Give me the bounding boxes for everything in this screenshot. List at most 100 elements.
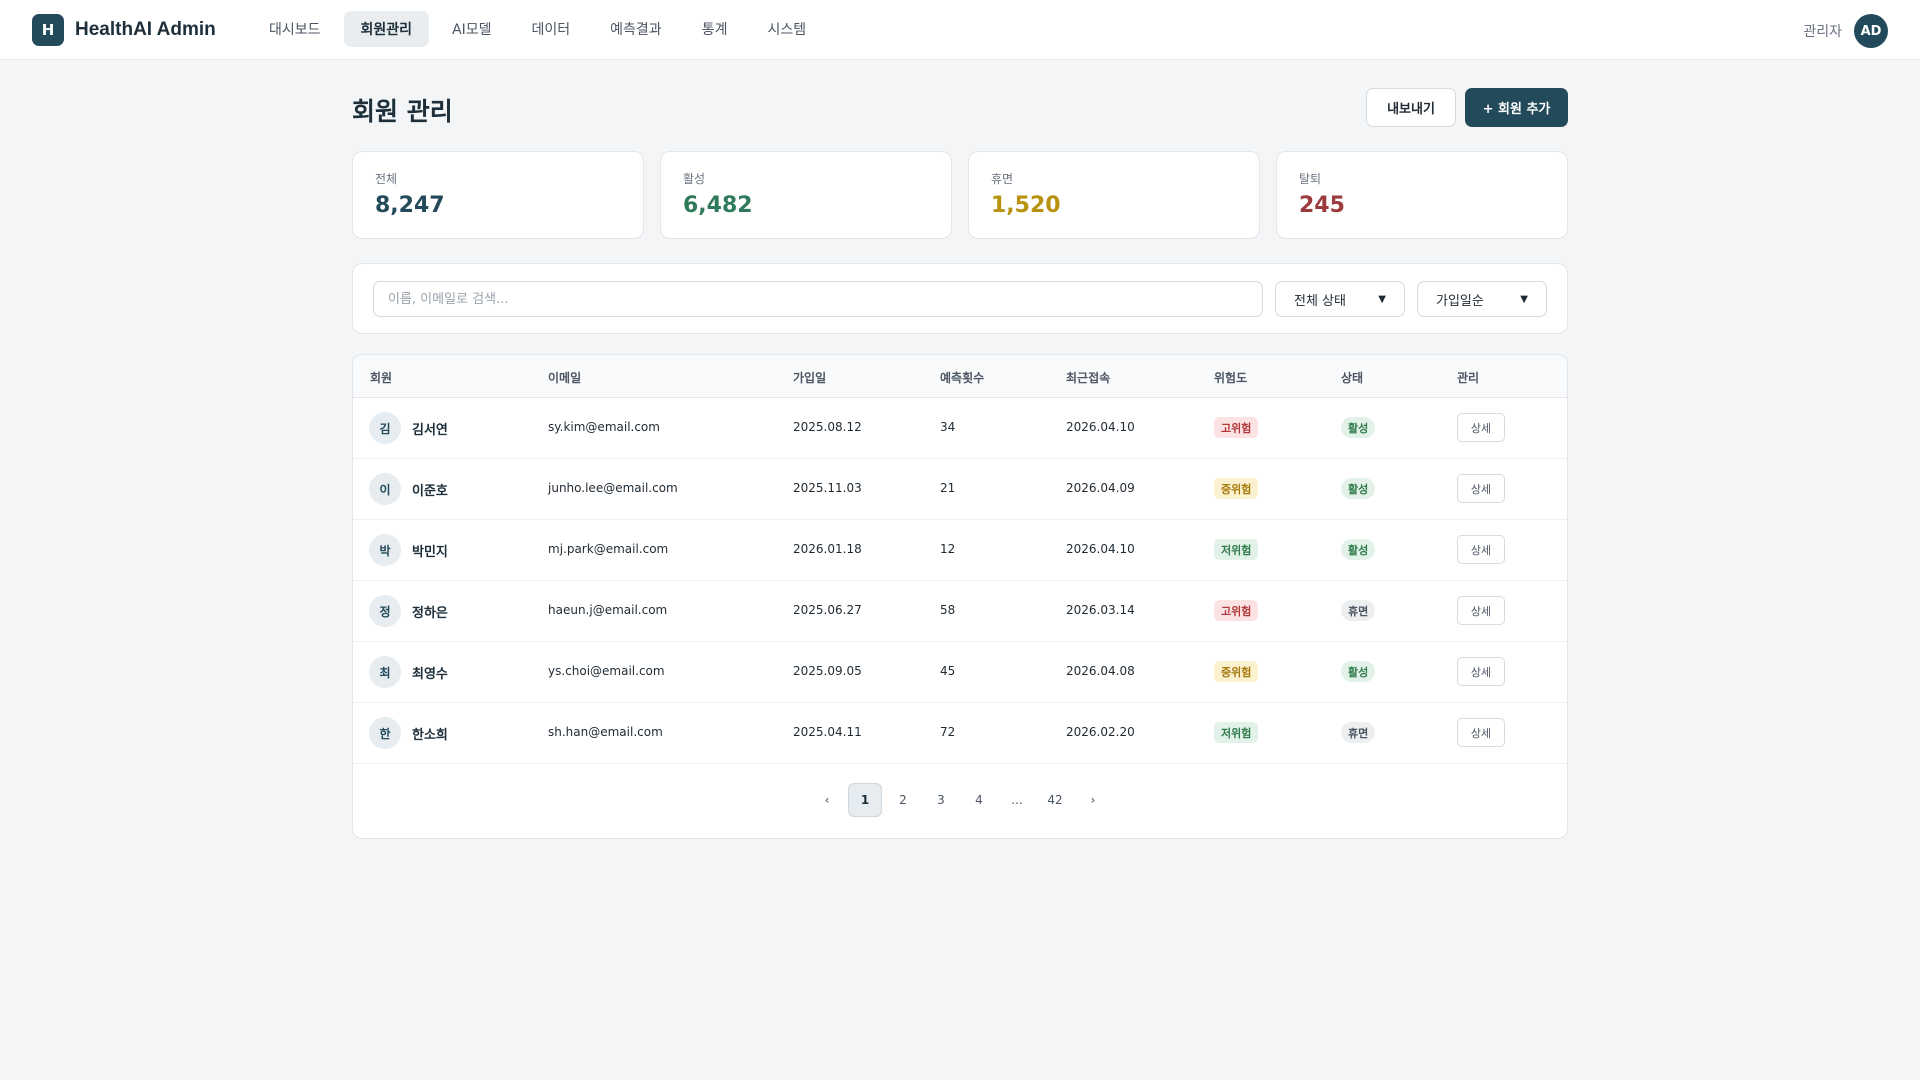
sort-value: 가입일순	[1436, 293, 1484, 309]
member-last-login: 2026.03.14	[1066, 603, 1135, 617]
member-avatar: 이	[369, 473, 401, 505]
column-header-joined: 가입일	[793, 371, 827, 385]
detail-button[interactable]: 상세	[1457, 596, 1505, 625]
table-row[interactable]: 한 한소희 sh.han@email.com 2025.04.11 72 2026.02.…	[353, 703, 1567, 764]
nav-item-members[interactable]: 회원관리	[343, 11, 430, 47]
table-row[interactable]: 김 김서연 sy.kim@email.com 2025.08.12 34 2026.04.…	[353, 398, 1567, 459]
column-header-member: 회원	[370, 371, 393, 385]
status-filter-select[interactable]: 전체 상태 ▼	[1275, 281, 1405, 317]
brand-name: HealthAI Admin	[75, 19, 216, 40]
user-role-label: 관리자	[1803, 24, 1842, 40]
member-avatar: 정	[369, 595, 401, 627]
stat-card-dormant: 휴면 1,520	[968, 151, 1260, 239]
stat-value: 8,247	[375, 193, 445, 218]
member-joined-date: 2025.06.27	[793, 603, 862, 617]
member-name: 박민지	[412, 545, 448, 560]
members-table: 회원 이메일 가입일 예측횟수 최근접속 위험도 상태 관리 김 김서연 sy.ki…	[352, 354, 1568, 839]
table-row[interactable]: 이 이준호 junho.lee@email.com 2025.11.03 21 2026.…	[353, 459, 1567, 520]
member-email: haeun.j@email.com	[548, 603, 668, 617]
stat-value: 245	[1299, 193, 1345, 218]
nav-item-dashboard[interactable]: 대시보드	[252, 11, 338, 47]
detail-button[interactable]: 상세	[1457, 474, 1505, 503]
status-filter-value: 전체 상태	[1294, 293, 1346, 309]
page-button-4[interactable]: 4	[962, 783, 996, 817]
member-email: mj.park@email.com	[548, 542, 669, 556]
member-name: 정하은	[412, 606, 448, 621]
detail-button[interactable]: 상세	[1457, 657, 1505, 686]
member-prediction-count: 12	[940, 542, 956, 556]
member-email: junho.lee@email.com	[548, 481, 678, 495]
next-page-button[interactable]: ›	[1076, 783, 1110, 817]
table-header: 회원 이메일 가입일 예측횟수 최근접속 위험도 상태 관리	[353, 355, 1567, 398]
member-joined-date: 2025.09.05	[793, 664, 862, 678]
member-prediction-count: 21	[940, 481, 956, 495]
column-header-status: 상태	[1341, 371, 1364, 385]
prev-page-button[interactable]: ‹	[810, 783, 844, 817]
stat-card-withdrawn: 탈퇴 245	[1276, 151, 1568, 239]
add-member-button[interactable]: + 회원 추가	[1465, 88, 1568, 127]
member-name: 최영수	[412, 667, 448, 682]
column-header-risk: 위험도	[1214, 371, 1248, 385]
chevron-down-icon: ▼	[1378, 293, 1386, 305]
status-badge: 활성	[1341, 478, 1376, 499]
nav-item-system[interactable]: 시스템	[750, 11, 823, 47]
nav-item-ai-model[interactable]: AI모델	[435, 11, 508, 47]
member-name: 이준호	[412, 484, 448, 499]
member-avatar: 김	[369, 412, 401, 444]
stat-card-active: 활성 6,482	[660, 151, 952, 239]
chevron-down-icon: ▼	[1520, 293, 1528, 305]
column-header-predictions: 예측횟수	[940, 371, 985, 385]
member-prediction-count: 45	[940, 664, 956, 678]
page-button-2[interactable]: 2	[886, 783, 920, 817]
status-badge: 활성	[1341, 417, 1376, 438]
member-prediction-count: 58	[940, 603, 956, 617]
member-avatar: 한	[369, 717, 401, 749]
export-button[interactable]: 내보내기	[1366, 88, 1456, 127]
risk-badge: 중위험	[1214, 478, 1259, 499]
detail-button[interactable]: 상세	[1457, 535, 1505, 564]
pagination: ‹ 1 2 3 4 ... 42 ›	[353, 783, 1567, 817]
member-prediction-count: 72	[940, 725, 956, 739]
table-row[interactable]: 박 박민지 mj.park@email.com 2026.01.18 12 2026.04…	[353, 520, 1567, 581]
member-email: sy.kim@email.com	[548, 420, 660, 434]
detail-button[interactable]: 상세	[1457, 718, 1505, 747]
page-button-42[interactable]: 42	[1038, 783, 1072, 817]
user-avatar[interactable]: AD	[1854, 14, 1888, 48]
page-button-1[interactable]: 1	[848, 783, 882, 817]
member-name: 김서연	[412, 423, 448, 438]
member-last-login: 2026.04.10	[1066, 420, 1135, 434]
stat-label: 탈퇴	[1299, 172, 1322, 186]
search-input[interactable]	[373, 281, 1263, 317]
nav-item-data[interactable]: 데이터	[515, 11, 588, 47]
stat-label: 전체	[375, 172, 398, 186]
column-header-last-login: 최근접속	[1066, 371, 1111, 385]
nav-item-statistics[interactable]: 통계	[685, 11, 745, 47]
member-joined-date: 2025.08.12	[793, 420, 862, 434]
member-avatar: 박	[369, 534, 401, 566]
top-navigation-bar: H HealthAI Admin 대시보드 회원관리 AI모델 데이터 예측결과…	[0, 0, 1920, 60]
user-menu[interactable]: 관리자 AD	[1803, 14, 1888, 48]
member-last-login: 2026.04.08	[1066, 664, 1135, 678]
filter-bar: 전체 상태 ▼ 가입일순 ▼	[352, 263, 1568, 334]
status-badge: 활성	[1341, 539, 1376, 560]
table-row[interactable]: 최 최영수 ys.choi@email.com 2025.09.05 45 2026.04…	[353, 642, 1567, 703]
page-button-3[interactable]: 3	[924, 783, 958, 817]
risk-badge: 고위험	[1214, 417, 1259, 438]
member-joined-date: 2025.11.03	[793, 481, 862, 495]
status-badge: 활성	[1341, 661, 1376, 682]
risk-badge: 저위험	[1214, 722, 1259, 743]
page-ellipsis: ...	[1011, 793, 1023, 807]
brand[interactable]: H HealthAI Admin	[32, 14, 216, 46]
risk-badge: 저위험	[1214, 539, 1259, 560]
member-avatar: 최	[369, 656, 401, 688]
brand-logo: H	[32, 14, 64, 46]
sort-select[interactable]: 가입일순 ▼	[1417, 281, 1547, 317]
column-header-manage: 관리	[1457, 371, 1480, 385]
column-header-email: 이메일	[548, 371, 582, 385]
member-joined-date: 2026.01.18	[793, 542, 862, 556]
stat-value: 6,482	[683, 193, 753, 218]
table-row[interactable]: 정 정하은 haeun.j@email.com 2025.06.27 58 2026.03…	[353, 581, 1567, 642]
stat-label: 휴면	[991, 172, 1014, 186]
nav-item-predictions[interactable]: 예측결과	[593, 11, 679, 47]
detail-button[interactable]: 상세	[1457, 413, 1505, 442]
